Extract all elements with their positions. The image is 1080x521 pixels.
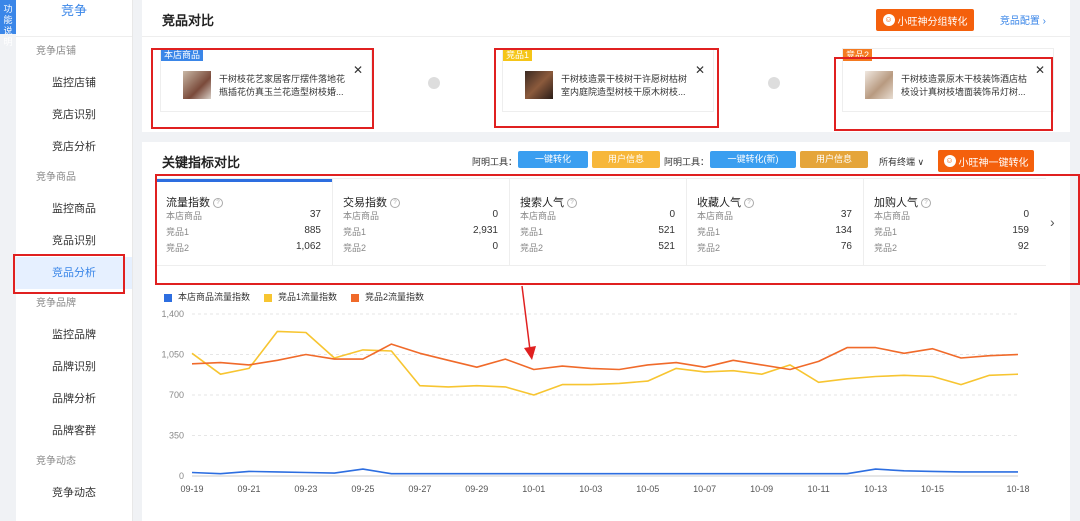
highlight-box-metrics	[155, 174, 1080, 285]
series-line-2	[191, 343, 1019, 371]
compare-title: 竞品对比	[162, 13, 215, 28]
x-tick-label: 10-09	[750, 484, 773, 494]
one-click-convert-new-button[interactable]: 一键转化(新)	[710, 151, 796, 168]
x-tick-label: 09-19	[180, 484, 203, 494]
x-tick-label: 10-01	[522, 484, 545, 494]
sidebar-item-analyze-brand[interactable]: 品牌分析	[16, 383, 132, 415]
annotation-arrow	[521, 285, 536, 360]
sidebar-group-label: 竞争动态	[36, 456, 76, 467]
legend-label: 本店商品流量指数	[178, 292, 251, 302]
key-metrics-title: 关键指标对比	[162, 155, 241, 170]
sidebar-group-label: 竞争商品	[36, 172, 76, 183]
legend-label: 竞品2流量指数	[365, 292, 425, 302]
ai-one-click-convert-label: 小旺神一键转化	[958, 157, 1029, 169]
sidebar-item-identify-product[interactable]: 竞品识别	[16, 225, 132, 257]
ai-group-convert-label: 小旺神分组转化	[897, 16, 968, 28]
separator-dot	[428, 77, 440, 89]
series-line-1	[191, 330, 1019, 396]
x-tick-label: 09-25	[351, 484, 374, 494]
legend-swatch	[164, 293, 172, 302]
sidebar-item-identify-shop[interactable]: 竞店识别	[16, 99, 132, 131]
series-line-0	[191, 468, 1018, 475]
legend-swatch	[264, 293, 273, 302]
ai-one-click-convert-button[interactable]: ☺ 小旺神一键转化	[938, 150, 1034, 172]
y-tick-label: 1,400	[161, 309, 184, 319]
x-tick-label: 09-23	[294, 484, 317, 494]
traffic-line-chart: 0 350 700 1,050 1,400 09-19 09-21 09-23 09-25 09-…	[161, 309, 1029, 494]
y-tick-label: 700	[169, 390, 184, 400]
separator-dot	[768, 77, 780, 89]
y-tick-label: 1,050	[161, 350, 184, 360]
feature-help-line2: 说明	[3, 26, 13, 47]
sidebar-item-monitor-brand[interactable]: 监控品牌	[16, 319, 132, 351]
highlight-box-competitor-2	[834, 57, 1053, 131]
sidebar-item-identify-brand[interactable]: 品牌识别	[16, 351, 132, 383]
x-tick-label: 10-05	[636, 484, 659, 494]
wangshen-icon: ☺	[943, 155, 956, 167]
x-tick-label: 09-29	[465, 484, 488, 494]
highlight-box-own-product	[151, 48, 374, 129]
sidebar-title: 竞争	[16, 0, 132, 37]
highlight-box-competitor-1	[494, 48, 719, 128]
y-tick-label: 0	[179, 471, 184, 481]
ai-group-convert-button[interactable]: ☺ 小旺神分组转化	[876, 9, 974, 31]
x-tick-label: 09-21	[237, 484, 260, 494]
one-click-convert-button[interactable]: 一键转化	[518, 151, 588, 168]
terminal-select[interactable]: 所有终端 ∨	[879, 155, 924, 168]
sidebar-item-brand-audience[interactable]: 品牌客群	[16, 415, 132, 447]
sidebar-item-analyze-shop[interactable]: 竞店分析	[16, 131, 132, 163]
feature-help-line1: 功能	[3, 4, 13, 25]
x-tick-label: 10-11	[807, 484, 829, 494]
wangshen-icon: ☺	[882, 14, 895, 26]
feature-help-tab[interactable]: 功能 说明	[0, 0, 16, 47]
legend-label: 竞品1流量指数	[278, 292, 338, 302]
sidebar-item-monitor-product[interactable]: 监控商品	[16, 193, 132, 225]
x-tick-label: 10-03	[579, 484, 602, 494]
sidebar-group-label: 竞争店铺	[36, 46, 76, 57]
highlight-box-active-item	[13, 254, 125, 294]
sidebar-item-monitor-shop[interactable]: 监控店铺	[16, 67, 132, 99]
x-tick-label: 09-27	[408, 484, 431, 494]
sidebar-item-competition-news[interactable]: 竞争动态	[16, 477, 132, 509]
y-tick-label: 350	[169, 431, 184, 441]
x-tick-label: 10-15	[921, 484, 944, 494]
divider	[142, 36, 1070, 37]
tool-label: 阿明工具：	[472, 157, 518, 167]
product-config-link[interactable]: 竞品配置 ›	[1000, 12, 1046, 27]
user-info-button[interactable]: 用户信息	[592, 151, 660, 168]
user-info-button-2[interactable]: 用户信息	[800, 151, 868, 168]
x-tick-label: 10-13	[864, 484, 887, 494]
x-tick-label: 10-07	[693, 484, 716, 494]
tool-label: 阿明工具：	[664, 157, 710, 167]
x-tick-label: 10-18	[1006, 484, 1029, 494]
legend-swatch	[351, 293, 360, 302]
